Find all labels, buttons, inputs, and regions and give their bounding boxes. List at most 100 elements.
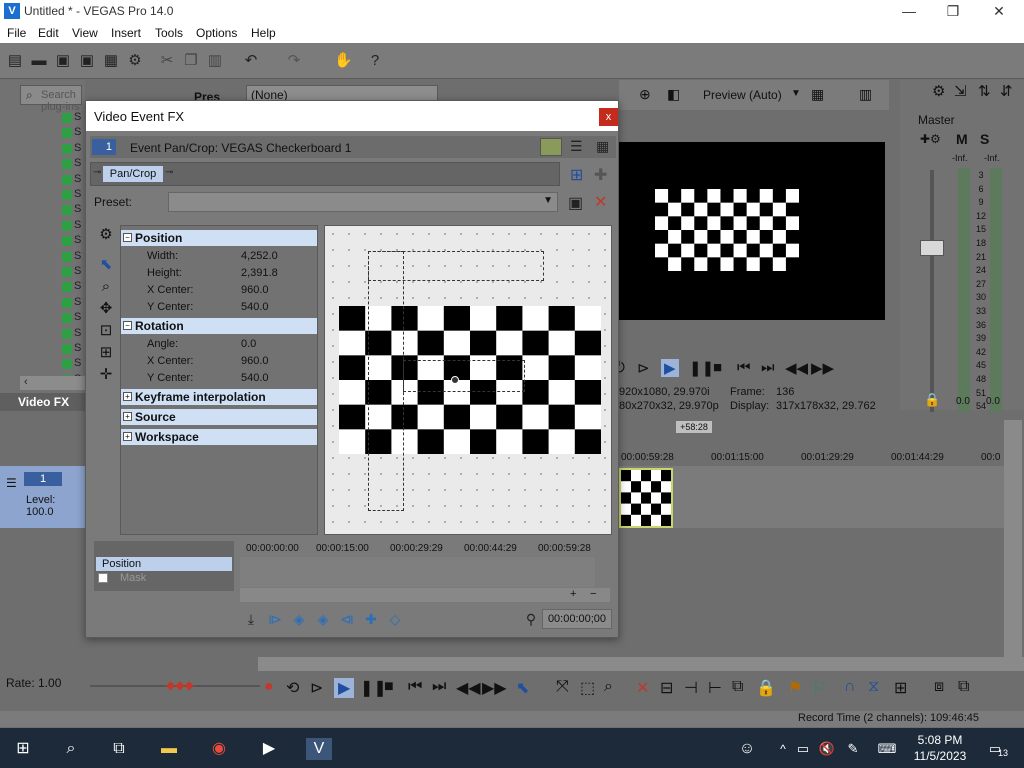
plugin-list-item[interactable]: S — [58, 357, 82, 370]
cursor-lock-icon[interactable]: ⚲ — [522, 610, 540, 628]
pan-crop-chain-button[interactable]: Pan/Crop — [103, 166, 163, 182]
copy-snapshot-icon[interactable]: ▥ — [859, 86, 872, 103]
go-start-icon[interactable]: ⏮ — [408, 678, 422, 696]
section-position[interactable]: − Position — [121, 230, 317, 246]
lock-icon[interactable]: 🔒 — [924, 392, 940, 408]
normal-edit-tool-icon[interactable]: ⬉ — [516, 678, 529, 698]
play-icon[interactable]: ▶ — [661, 359, 679, 377]
move-icon[interactable]: ✛ — [96, 365, 116, 385]
plugin-list-item[interactable]: S — [58, 111, 82, 124]
sync-cursor-icon[interactable]: ⤓ — [242, 610, 260, 628]
zoom-tool-icon[interactable]: ⌕ — [96, 277, 116, 297]
file-explorer-icon[interactable]: ▬ — [158, 738, 180, 760]
gear-icon[interactable]: ⚙ — [96, 225, 116, 245]
split-view-icon[interactable] — [540, 138, 562, 156]
keyframe-time-field[interactable]: 00:00:00;00 — [542, 609, 612, 629]
split-icon[interactable]: ⧉ — [732, 678, 743, 696]
move-free-icon[interactable]: ✥ — [96, 299, 116, 319]
plugin-list-item[interactable]: S — [58, 203, 82, 216]
plugin-list-item[interactable]: S — [58, 157, 82, 170]
keyframe-track-position[interactable]: Position — [96, 557, 232, 571]
plugin-list-item[interactable]: S — [58, 173, 82, 186]
plugin-list-item[interactable]: S — [58, 327, 82, 340]
delete-keyframe-icon[interactable]: ◇ — [386, 610, 404, 628]
pan-crop-canvas[interactable] — [324, 225, 612, 535]
rotation-y-center-row[interactable]: Y Center: 540.0 — [121, 370, 317, 387]
menu-help[interactable]: Help — [251, 26, 276, 40]
menu-tools[interactable]: Tools — [155, 26, 183, 40]
section-keyframe-interpolation[interactable]: + Keyframe interpolation — [121, 389, 317, 405]
section-workspace[interactable]: + Workspace — [121, 429, 317, 445]
stop-icon[interactable]: ■ — [384, 678, 394, 696]
remove-plugin-icon[interactable]: ✚ — [594, 165, 607, 185]
prev-keyframe-icon[interactable]: ◈ — [290, 610, 308, 628]
pause-icon[interactable]: ❚❚ — [360, 678, 387, 698]
trim-start-icon[interactable]: ⊣ — [684, 678, 698, 698]
timeline-ruler[interactable]: 00:00:59:28 00:01:15:00 00:01:29:29 00:0… — [619, 450, 1004, 466]
timeline-hscrollbar[interactable] — [258, 657, 1024, 671]
section-rotation[interactable]: − Rotation — [121, 318, 317, 334]
size-about-center-icon[interactable]: ⊞ — [96, 343, 116, 363]
keyframe-ruler[interactable]: 00:00:00:00 00:00:15:00 00:00:29:29 00:0… — [240, 541, 610, 557]
plugin-list-item[interactable]: S — [58, 296, 82, 309]
expand-icon[interactable]: + — [123, 432, 132, 441]
marker-icon[interactable]: ⚑ — [788, 678, 802, 698]
selection-tool-icon[interactable]: ⬚ — [580, 678, 595, 698]
split-screen-icon[interactable]: ⊕ — [639, 86, 651, 103]
video-track[interactable] — [619, 466, 1004, 528]
zoom-out-icon[interactable]: − — [590, 588, 596, 600]
mixer-settings-icon[interactable]: ⇵ — [1000, 82, 1013, 100]
sync-icon[interactable]: ⧉ — [958, 678, 969, 696]
y-center-row[interactable]: Y Center: 540.0 — [121, 299, 317, 316]
gear-icon[interactable]: ⚙ — [932, 82, 945, 100]
menu-options[interactable]: Options — [196, 26, 237, 40]
loop-icon[interactable]: ⟲ — [286, 678, 299, 698]
next-keyframe-icon[interactable]: ◈ — [314, 610, 332, 628]
plugin-list-item[interactable]: S — [58, 311, 82, 324]
downmix-icon[interactable]: ⇲ — [954, 82, 967, 100]
menu-file[interactable]: File — [7, 26, 26, 40]
pause-icon[interactable]: ❚❚ — [689, 359, 714, 377]
plugin-list-item[interactable]: S — [58, 188, 82, 201]
preset-select[interactable]: ▼ — [168, 192, 558, 212]
solo-button[interactable]: S — [980, 131, 989, 147]
minimize-button[interactable]: — — [886, 0, 932, 24]
search-icon[interactable]: ⌕ — [60, 738, 82, 760]
auto-crossfade-icon[interactable]: ⧖ — [868, 678, 879, 696]
ripple-icon[interactable]: ⊞ — [894, 678, 907, 698]
prev-frame-icon[interactable]: ◀◀ — [456, 678, 481, 698]
chevron-down-icon[interactable]: ▼ — [543, 195, 553, 206]
delete-icon[interactable]: ✕ — [636, 678, 649, 698]
dialog-close-button[interactable]: x — [599, 108, 618, 126]
add-keyframe-icon[interactable]: ✚ — [362, 610, 380, 628]
first-keyframe-icon[interactable]: ⧐ — [266, 610, 284, 628]
keyframe-lane[interactable] — [240, 557, 595, 587]
volume-icon[interactable]: 🔇 — [816, 738, 838, 760]
crop-center-handle[interactable] — [451, 376, 459, 384]
next-frame-icon[interactable]: ▶▶ — [482, 678, 507, 698]
play-from-start-icon[interactable]: ⊳ — [310, 678, 323, 698]
grid-icon[interactable]: ▦ — [811, 86, 824, 103]
menu-insert[interactable]: Insert — [111, 26, 141, 40]
rotation-x-center-row[interactable]: X Center: 960.0 — [121, 353, 317, 370]
crop-frame-center[interactable] — [403, 360, 525, 392]
plugin-chain-icon[interactable]: ⊞ — [570, 165, 583, 185]
scroll-left-icon[interactable]: ‹ — [24, 376, 28, 388]
timeline-vscrollbar[interactable] — [1004, 420, 1022, 670]
list-view-icon[interactable]: ☰ — [570, 138, 583, 155]
save-icon[interactable]: ▣ — [54, 52, 72, 70]
grid-view-icon[interactable]: ▦ — [596, 138, 609, 155]
media-player-icon[interactable]: ▶ — [258, 738, 280, 760]
gear-icon[interactable]: ⚙ — [126, 52, 144, 70]
zoom-tool-icon[interactable]: ⌕ — [604, 678, 613, 696]
zoom-in-icon[interactable]: + — [570, 588, 576, 600]
plugin-list-item[interactable]: S — [58, 265, 82, 278]
play-from-start-icon[interactable]: ⊳ — [637, 359, 650, 377]
playback-rate[interactable]: Rate: 1.00 — [6, 676, 61, 690]
plugin-list-item[interactable]: S — [58, 142, 82, 155]
timeline-clip-checkerboard[interactable] — [619, 468, 673, 528]
pen-icon[interactable]: ✎ — [842, 738, 864, 760]
windows-start-icon[interactable]: ⊞ — [12, 738, 34, 760]
video-fx-tab[interactable]: Video FX — [0, 393, 85, 411]
cut-icon[interactable]: ✂ — [158, 52, 176, 70]
